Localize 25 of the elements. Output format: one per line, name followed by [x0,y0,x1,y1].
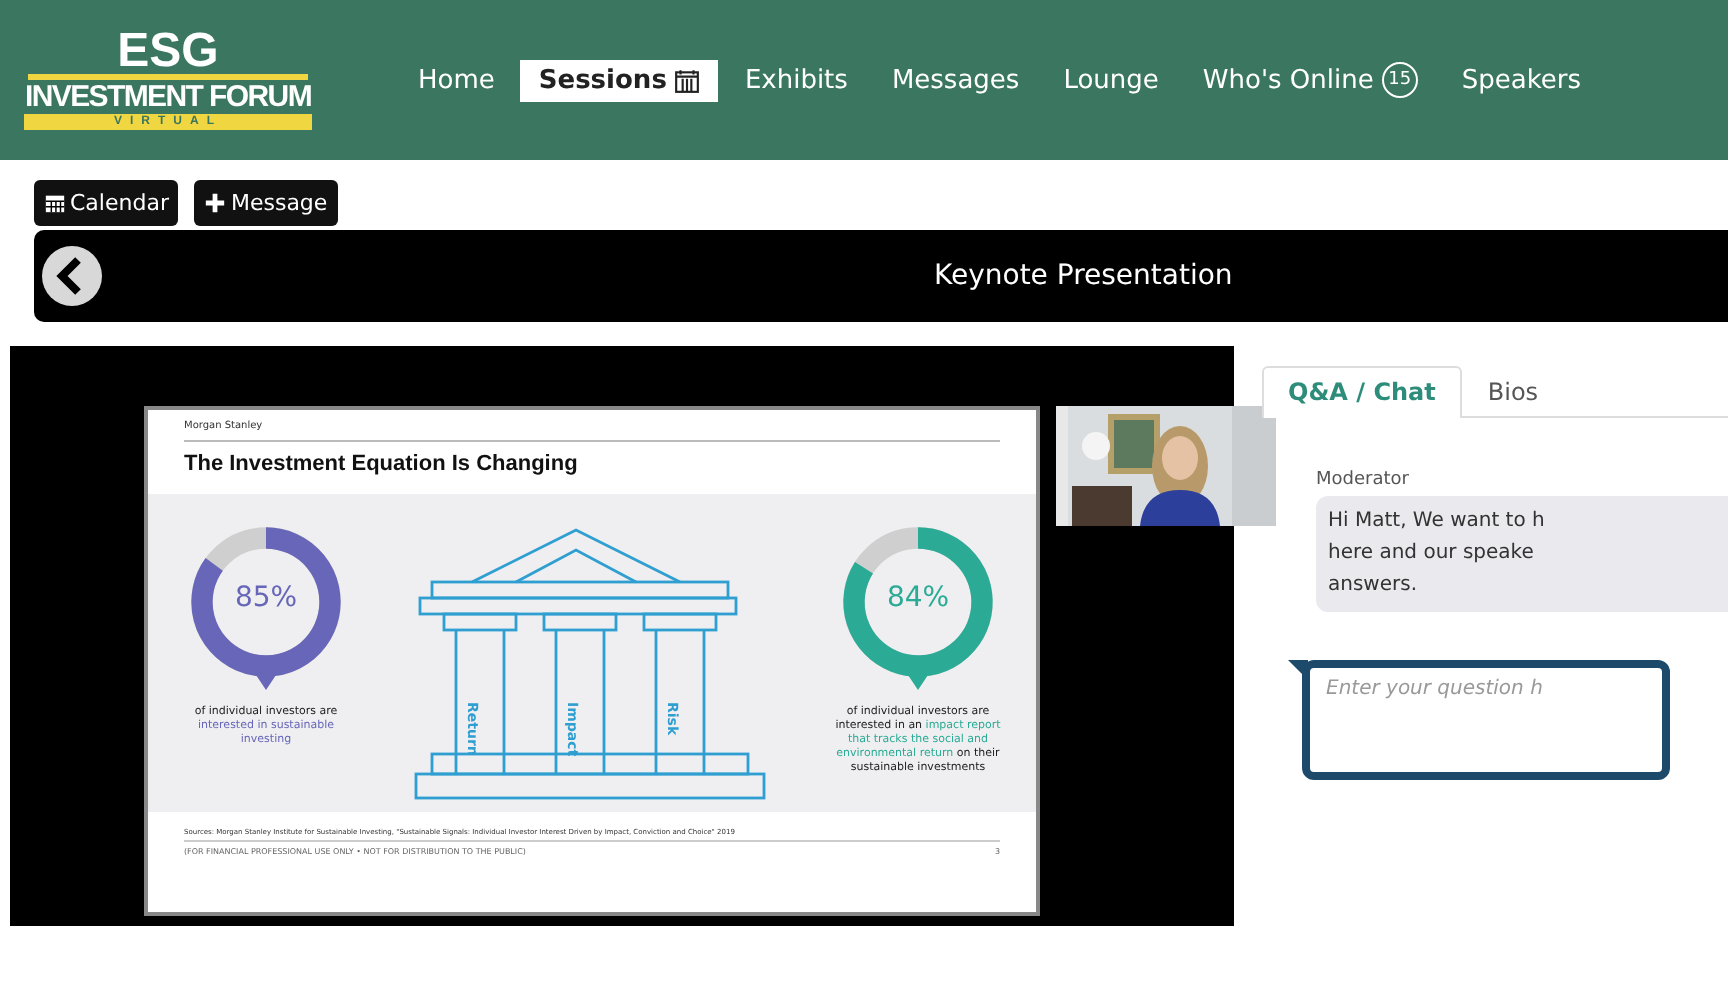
percentage-value: 85% [232,582,300,614]
chat-message: Hi Matt, We want to h here and our speake answers. [1316,496,1728,612]
count-badge: 15 [1381,62,1418,98]
nav-link[interactable]: Exhibits [726,59,866,101]
plus-icon [204,192,227,214]
calendar-icon [674,67,701,93]
percentage-value: 84% [884,582,952,614]
panel-tab[interactable]: Q&A / Chat [1262,366,1462,418]
nav-link[interactable]: Who's Online 15 [1184,56,1436,104]
message-author: Moderator [1316,470,1411,490]
nav-link[interactable]: Messages [873,59,1038,101]
action-button[interactable]: Message [194,180,338,226]
slide-title: The Investment Equation Is Changing [184,452,580,476]
panel-tab[interactable]: Bios [1461,366,1565,416]
nav-link[interactable]: Home [400,59,513,101]
calendar-icon [44,192,66,214]
question-field[interactable]: Enter your question h [1302,660,1670,780]
session-title: Keynote Presentation [934,260,1233,292]
action-button[interactable]: Calendar [34,180,179,226]
logo-subtitle: INVESTMENT FORUM [24,80,312,114]
nav-link[interactable]: Sessions [520,59,719,101]
nav-link[interactable]: Lounge [1045,59,1177,101]
back-icon[interactable] [40,244,104,308]
nav-link[interactable]: Speakers [1443,59,1600,101]
logo-title: ESG [28,30,308,80]
